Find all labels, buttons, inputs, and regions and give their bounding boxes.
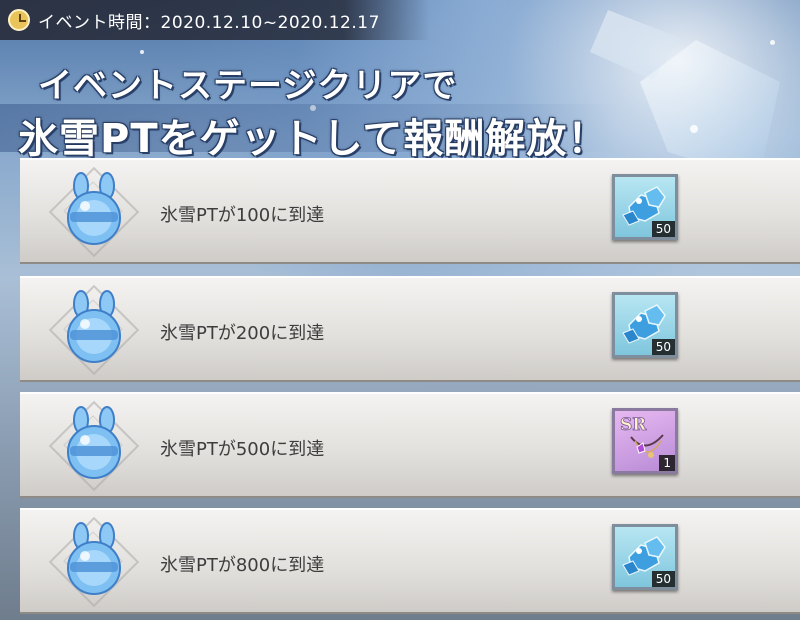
reward-item[interactable]: 50 [612, 174, 678, 240]
reward-row[interactable]: 氷雪PTが200に到達 50 [20, 276, 800, 382]
reward-condition-label: 氷雪PTが100に到達 [160, 205, 325, 226]
reward-condition-label: 氷雪PTが800に到達 [160, 555, 325, 576]
ice-bunny-icon [67, 406, 121, 479]
event-headline: イベントステージクリアで 氷雪PTをゲットして報酬解放！ [0, 44, 800, 164]
ice-bunny-icon [67, 172, 121, 245]
reward-item[interactable]: 50 [612, 292, 678, 358]
reward-row[interactable]: 氷雪PTが800に到達 50 [20, 508, 800, 614]
reward-quantity: 50 [651, 571, 675, 587]
clock-icon [8, 9, 30, 31]
reward-row[interactable]: 氷雪PTが100に到達 50 [20, 158, 800, 264]
reward-quantity: 50 [651, 221, 675, 237]
event-time-bar: イベント時間：2020.12.10~2020.12.17 [0, 0, 430, 40]
sr-rarity-mark: SR [620, 415, 647, 435]
reward-quantity: 50 [651, 339, 675, 355]
headline-line-1: イベントステージクリアで [38, 66, 458, 106]
headline-line-2: 氷雪PTをゲットして報酬解放！ [18, 116, 609, 162]
reward-row[interactable]: 氷雪PTが500に到達 SR 1 [20, 392, 800, 498]
reward-item[interactable]: SR 1 [612, 408, 678, 474]
reward-condition-label: 氷雪PTが500に到達 [160, 439, 325, 460]
ice-bunny-icon [67, 290, 121, 363]
event-time-label: イベント時間：2020.12.10~2020.12.17 [38, 12, 380, 33]
ice-bunny-icon [67, 522, 121, 595]
reward-condition-label: 氷雪PTが200に到達 [160, 323, 325, 344]
reward-item[interactable]: 50 [612, 524, 678, 590]
reward-quantity: 1 [659, 455, 675, 471]
